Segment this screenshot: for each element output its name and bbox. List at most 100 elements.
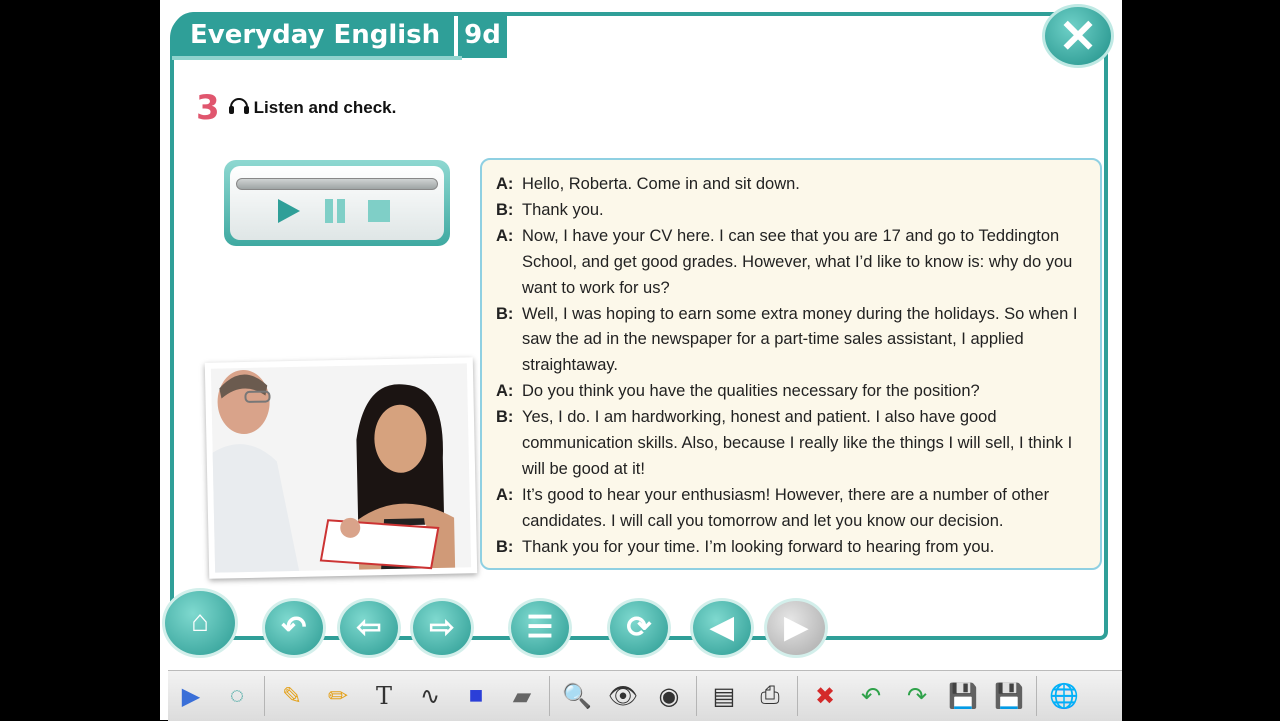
marker-tool[interactable]: ✏ <box>318 676 358 716</box>
redo-button[interactable]: ↷ <box>897 676 937 716</box>
separator <box>797 676 798 716</box>
home-button[interactable]: ⌂ <box>162 588 238 658</box>
pencil-tool[interactable]: ✎ <box>272 676 312 716</box>
dialogue-text: Yes, I do. I am hardworking, honest and … <box>522 408 1073 478</box>
triangle-right-icon: ▶ <box>784 611 808 644</box>
redo-icon: ↷ <box>906 682 928 710</box>
mouse-icon: ◌ <box>229 682 245 709</box>
eye-icon: 👁 <box>607 682 639 710</box>
tools-toolbar: ▶ ◌ ✎ ✏ T ∿ ■ ▰ 🔍 👁 ◉ ▤ ⎙ ✖ ↶ ↷ 💾 💾 🌐 <box>168 670 1122 721</box>
refresh-button[interactable]: ⟳ <box>607 598 671 658</box>
exercise-instruction: Listen and check. <box>253 98 397 117</box>
whiteboard-tool[interactable]: ▤ <box>704 676 744 716</box>
text-tool[interactable]: T <box>364 676 404 716</box>
dialogue-text: Thank you. <box>522 200 604 219</box>
zoom-tool[interactable]: 🔍 <box>557 676 597 716</box>
exercise-heading: 3 Listen and check. <box>196 88 396 128</box>
save-as-icon: 💾 <box>994 682 1024 710</box>
stop-button[interactable] <box>366 198 392 224</box>
title-underline <box>172 56 462 60</box>
return-arrow-icon: ↶ <box>281 611 307 644</box>
speaker-label: B: <box>496 408 514 427</box>
separator <box>1036 676 1037 716</box>
pause-button[interactable] <box>322 198 348 224</box>
separator <box>696 676 697 716</box>
marker-icon: ✏ <box>327 682 349 710</box>
app-window: Everyday English 9d ✕ 3 Listen and check… <box>160 0 1122 721</box>
speaker-label: B: <box>496 537 514 556</box>
dialogue-text: Hello, Roberta. Come in and sit down. <box>522 175 800 193</box>
save-icon: 💾 <box>948 682 978 710</box>
exercise-number: 3 <box>196 88 220 128</box>
unit-number: 9d <box>458 12 507 58</box>
printer-icon: ⎙ <box>760 682 780 709</box>
expand-icon: ▶ <box>181 682 201 710</box>
speaker-label: A: <box>496 226 514 245</box>
expand-toolbar-button[interactable]: ▶ <box>171 676 211 716</box>
dialogue-line: B: Well, I was hoping to earn some extra… <box>496 302 1094 380</box>
dialogue-line: B: Thank you for your time. I’m looking … <box>496 535 1094 561</box>
separator <box>549 676 550 716</box>
arrow-right-icon: ⇨ <box>429 611 455 644</box>
next-button[interactable]: ⇨ <box>410 598 474 658</box>
title-bar: Everyday English 9d <box>172 12 507 58</box>
web-button[interactable]: 🌐 <box>1044 676 1084 716</box>
print-button[interactable]: ⎙ <box>750 676 790 716</box>
shape-tool[interactable]: ■ <box>456 676 496 716</box>
play-button[interactable] <box>276 198 302 224</box>
speaker-label: B: <box>496 200 514 219</box>
dialogue-line: A: Now, I have your CV here. I can see t… <box>496 224 1094 302</box>
eraser-tool[interactable]: ▰ <box>502 676 542 716</box>
speaker-label: A: <box>496 175 514 193</box>
dialogue-line: A: It’s good to hear your enthusiasm! Ho… <box>496 483 1094 535</box>
refresh-icon: ⟳ <box>626 611 652 644</box>
dialogue-text: Now, I have your CV here. I can see that… <box>522 226 1073 297</box>
speaker-label: A: <box>496 382 514 401</box>
arrow-left-icon: ⇦ <box>356 611 382 644</box>
globe-icon: 🌐 <box>1049 682 1079 710</box>
board-icon: ▤ <box>712 682 736 710</box>
freehand-tool[interactable]: ∿ <box>410 676 450 716</box>
back-button[interactable]: ↶ <box>262 598 326 658</box>
dialogue-text: It’s good to hear your enthusiasm! Howev… <box>522 485 1050 530</box>
speaker-label: B: <box>496 304 514 323</box>
speaker-label: A: <box>496 485 514 504</box>
hide-tool[interactable]: ◉ <box>649 676 689 716</box>
undo-button[interactable]: ↶ <box>851 676 891 716</box>
audio-player <box>224 160 450 246</box>
dialogue-line: B: Yes, I do. I am hardworking, honest a… <box>496 405 1094 483</box>
page-next-button[interactable]: ▶ <box>764 598 828 658</box>
dialogue-text: Thank you for your time. I’m looking for… <box>522 537 995 556</box>
dialogue-text: Well, I was hoping to earn some extra mo… <box>522 304 1078 375</box>
curve-icon: ∿ <box>419 682 441 710</box>
separator <box>264 676 265 716</box>
save-as-button[interactable]: 💾 <box>989 676 1029 716</box>
square-icon: ■ <box>468 682 484 709</box>
close-icon: ✕ <box>1058 10 1098 62</box>
dialogue-box: A: Hello, Roberta. Come in and sit down.… <box>480 158 1102 570</box>
headphones-icon <box>228 95 250 121</box>
eye-hide-icon: ◉ <box>658 682 680 710</box>
list-icon: ☰ <box>526 611 554 644</box>
audio-player-panel <box>230 166 444 240</box>
save-button[interactable]: 💾 <box>943 676 983 716</box>
close-button[interactable]: ✕ <box>1042 4 1114 68</box>
menu-button[interactable]: ☰ <box>508 598 572 658</box>
navigation-bar: ⌂ ↶ ⇦ ⇨ ☰ ⟳ ◀ ▶ <box>160 584 1122 664</box>
reveal-tool[interactable]: 👁 <box>603 676 643 716</box>
magnifier-icon: 🔍 <box>562 682 592 710</box>
triangle-left-icon: ◀ <box>710 611 734 644</box>
page-previous-button[interactable]: ◀ <box>690 598 754 658</box>
delete-icon: ✖ <box>814 682 836 710</box>
interview-photo <box>204 357 478 579</box>
delete-button[interactable]: ✖ <box>805 676 845 716</box>
dialogue-text: Do you think you have the qualities nece… <box>522 382 980 401</box>
previous-button[interactable]: ⇦ <box>337 598 401 658</box>
dialogue-line: A: Hello, Roberta. Come in and sit down. <box>496 172 1094 198</box>
dialogue-line: A: Do you think you have the qualities n… <box>496 379 1094 405</box>
text-icon: T <box>375 682 392 710</box>
undo-icon: ↶ <box>860 682 882 710</box>
mouse-tool[interactable]: ◌ <box>217 676 257 716</box>
audio-progress-bar[interactable] <box>236 178 438 190</box>
eraser-icon: ▰ <box>512 682 532 710</box>
